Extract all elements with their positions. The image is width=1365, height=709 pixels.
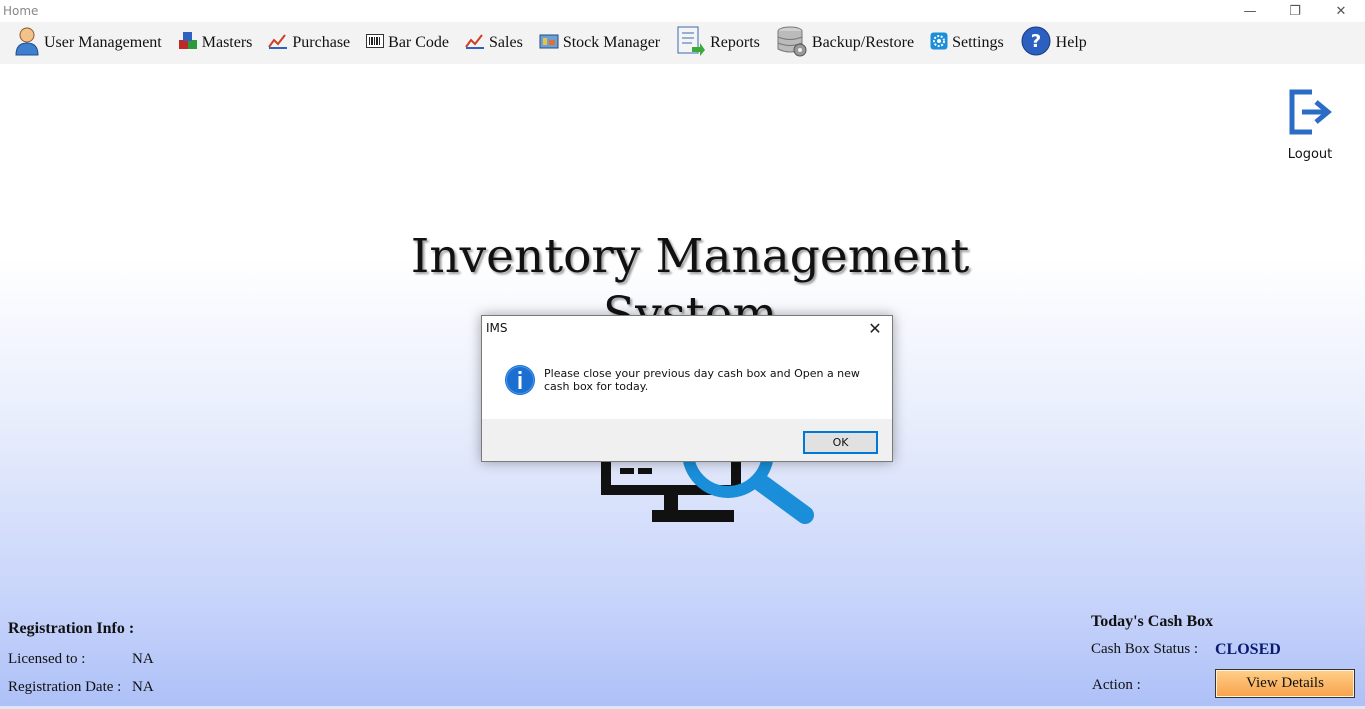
menu-masters[interactable]: Masters — [170, 22, 261, 64]
dialog-close-button[interactable]: ✕ — [864, 318, 886, 340]
blocks-icon — [178, 31, 198, 56]
menu-user-management[interactable]: User Management — [0, 22, 170, 64]
sales-icon — [465, 32, 485, 55]
restore-button[interactable]: ❐ — [1272, 0, 1318, 22]
title-bar: Home — ❐ ✕ — [0, 0, 1365, 22]
registration-date-row: Registration Date : NA — [8, 679, 154, 696]
status-badge: CLOSED — [1215, 641, 1281, 658]
info-icon — [504, 364, 536, 400]
menu-purchase[interactable]: Purchase — [260, 22, 358, 64]
minimize-icon: — — [1243, 3, 1257, 19]
menu-reports[interactable]: Reports — [668, 22, 768, 64]
purchase-icon — [268, 32, 288, 55]
menu-stock-manager[interactable]: Stock Manager — [531, 22, 668, 64]
database-icon — [776, 25, 808, 62]
dialog-message: Please close your previous day cash box … — [544, 367, 860, 393]
svg-text:?: ? — [1030, 31, 1040, 52]
licensed-row: Licensed to : NA — [8, 651, 154, 668]
help-icon: ? — [1020, 25, 1052, 62]
view-details-button[interactable]: View Details — [1215, 669, 1355, 698]
close-icon: ✕ — [1335, 3, 1347, 19]
stock-icon — [539, 32, 559, 55]
cash-box-header: Today's Cash Box — [1091, 613, 1214, 630]
menu-sales[interactable]: Sales — [457, 22, 531, 64]
dialog-title: IMS — [486, 321, 508, 335]
reports-icon — [676, 25, 706, 62]
close-window-button[interactable]: ✕ — [1318, 0, 1364, 22]
menu-label: Reports — [710, 34, 760, 51]
message-dialog: IMS ✕ Please close your previous day cas… — [481, 315, 893, 462]
registration-date-label: Registration Date : — [8, 679, 122, 695]
ok-button[interactable]: OK — [803, 431, 878, 454]
menu-bar: User Management Masters Purchase Bar Cod… — [0, 22, 1365, 64]
menu-bar-code[interactable]: Bar Code — [358, 22, 457, 64]
registration-header: Registration Info : — [8, 620, 135, 637]
window-title: Home — [3, 4, 39, 18]
menu-label: Bar Code — [388, 34, 450, 51]
user-icon — [14, 26, 40, 61]
close-icon: ✕ — [868, 319, 882, 338]
registration-info: Registration Info : Licensed to : NA Regi… — [8, 620, 154, 695]
menu-settings[interactable]: Settings — [922, 22, 1012, 64]
menu-label: Backup/Restore — [811, 34, 915, 51]
menu-label: Sales — [489, 34, 523, 51]
menu-help[interactable]: ? Help — [1012, 22, 1095, 64]
minimize-button[interactable]: — — [1227, 0, 1273, 22]
menu-label: Masters — [201, 34, 253, 51]
action-label: Action : — [1092, 677, 1141, 693]
cash-box-panel: Today's Cash Box Cash Box Status : CLOSE… — [1091, 613, 1281, 693]
menu-label: Stock Manager — [562, 34, 661, 51]
dialog-footer: OK — [482, 419, 892, 461]
menu-label: Purchase — [292, 34, 351, 51]
gear-icon — [930, 32, 948, 55]
menu-label: Help — [1055, 34, 1087, 51]
registration-date-value: NA — [132, 679, 154, 695]
app-title-line1: Inventory Management — [410, 229, 970, 284]
licensed-label: Licensed to : — [8, 651, 86, 667]
restore-icon: ❐ — [1289, 3, 1301, 19]
menu-backup-restore[interactable]: Backup/Restore — [768, 22, 922, 64]
logout-icon — [1286, 89, 1334, 142]
menu-label: Settings — [952, 34, 1004, 51]
logout-button[interactable]: Logout — [1284, 88, 1336, 162]
licensed-value: NA — [132, 651, 154, 667]
cash-box-status-label: Cash Box Status : — [1091, 641, 1199, 657]
logout-label: Logout — [1287, 147, 1333, 162]
barcode-icon — [366, 33, 385, 53]
menu-label: User Management — [44, 34, 162, 51]
